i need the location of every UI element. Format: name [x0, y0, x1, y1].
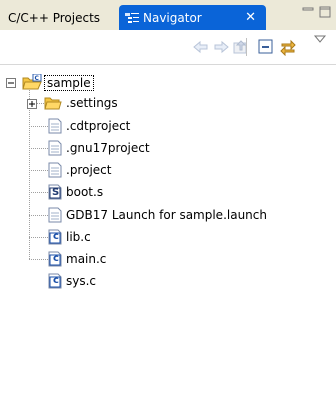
svg-text:C: C — [35, 75, 40, 82]
navigator-toolbar — [0, 30, 336, 65]
tree-item-label: sys.c — [66, 274, 97, 288]
forward-arrow-icon[interactable] — [212, 38, 230, 56]
tree-item-label: lib.c — [66, 230, 91, 244]
up-folder-icon[interactable] — [232, 38, 250, 56]
navigator-icon — [125, 12, 139, 23]
project-folder-icon: C — [22, 74, 42, 90]
tree-item-label: sample — [44, 75, 94, 91]
file-badge: c — [53, 275, 59, 286]
link-with-editor-icon[interactable] — [279, 38, 297, 56]
expand-toggle-icon[interactable] — [27, 99, 37, 109]
collapse-all-icon[interactable] — [257, 38, 275, 56]
file-icon — [48, 118, 62, 134]
tree-item-label: GDB17 Launch for sample.launch — [66, 208, 267, 222]
tree-item-label: main.c — [66, 252, 107, 266]
file-badge: S — [52, 187, 60, 198]
toolbar-separator — [246, 38, 247, 56]
file-badge: c — [53, 253, 59, 264]
maximize-icon[interactable] — [318, 5, 332, 19]
file-icon — [48, 162, 62, 178]
tab-cpp-projects[interactable]: C/C++ Projects — [3, 5, 117, 30]
view-tab-bar: C/C++ Projects Navigator ✕ — [0, 0, 336, 30]
close-tab-icon[interactable]: ✕ — [245, 10, 256, 25]
folder-icon — [44, 97, 62, 110]
file-icon — [48, 140, 62, 156]
tab-navigator[interactable]: Navigator ✕ — [119, 5, 266, 30]
file-badge: c — [53, 231, 59, 242]
collapse-toggle-icon[interactable] — [6, 78, 16, 88]
tree-item-label: boot.s — [66, 185, 104, 199]
file-icon — [48, 207, 62, 223]
navigator-tree: C sample .settings .cdtproject .gnu17pro… — [0, 64, 336, 411]
tab-label: C/C++ Projects — [8, 10, 101, 25]
tree-item-label: .gnu17project — [66, 141, 150, 155]
minimize-icon[interactable] — [301, 5, 315, 19]
view-menu-icon[interactable] — [313, 34, 327, 44]
tree-item-label: .project — [66, 163, 112, 177]
tree-item-label: .settings — [66, 96, 118, 110]
back-arrow-icon[interactable] — [192, 38, 210, 56]
tree-item-label: .cdtproject — [66, 119, 131, 133]
tab-label: Navigator — [143, 10, 202, 25]
